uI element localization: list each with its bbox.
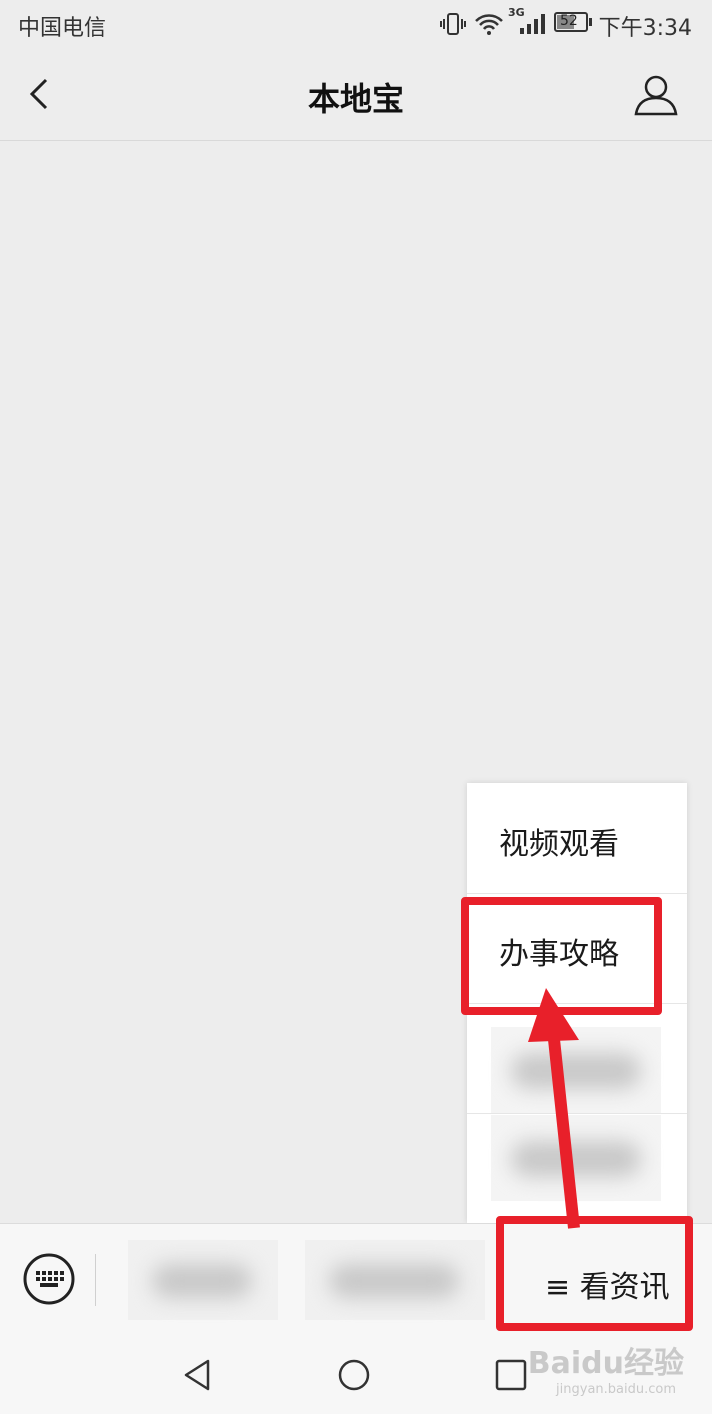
vibrate-icon	[440, 13, 466, 35]
menu-tab-blurred-1[interactable]	[128, 1240, 278, 1320]
menu-tab-blurred-2[interactable]	[305, 1240, 485, 1320]
keyboard-icon[interactable]	[22, 1252, 76, 1306]
wifi-icon	[475, 14, 503, 35]
menu-item-blurred-2[interactable]	[467, 1113, 687, 1223]
battery-tip	[589, 18, 592, 26]
status-bar: 中国电信 3G 52 下午3:34	[0, 0, 712, 48]
nav-recents-icon[interactable]	[489, 1353, 533, 1397]
title-bar: 本地宝	[0, 48, 712, 141]
watermark-url: jingyan.baidu.com	[556, 1382, 676, 1397]
carrier-name: 中国电信	[18, 16, 107, 41]
blurred-label	[491, 1115, 661, 1201]
watermark-logo: Baidu经验	[527, 1346, 684, 1381]
menu-item-video[interactable]: 视频观看	[467, 783, 687, 894]
page-title: 本地宝	[307, 80, 404, 118]
annotation-highlight-box	[496, 1216, 693, 1331]
menu-divider	[95, 1254, 96, 1306]
annotation-highlight-box	[461, 897, 662, 1015]
clock: 下午3:34	[598, 16, 692, 41]
signal-icon	[520, 14, 545, 34]
battery-level: 52	[560, 13, 578, 29]
nav-back-icon[interactable]	[176, 1353, 220, 1397]
nav-home-icon[interactable]	[332, 1353, 376, 1397]
battery-icon: 52	[554, 12, 588, 32]
menu-item-blurred-1[interactable]	[467, 1003, 687, 1114]
profile-icon[interactable]	[632, 70, 680, 118]
menu-item-label: 视频观看	[499, 827, 619, 862]
blurred-label	[491, 1027, 661, 1113]
